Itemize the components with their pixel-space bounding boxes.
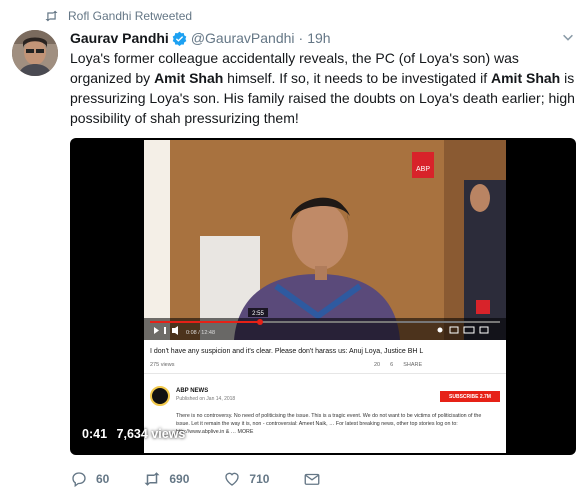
youtube-description: There is no controversy. No need of poli… bbox=[176, 413, 482, 435]
retweet-context: Rofl Gandhi Retweeted bbox=[44, 8, 192, 24]
tweet-timestamp[interactable]: 19h bbox=[307, 30, 330, 46]
video-view-count: 7,634 views bbox=[116, 427, 186, 441]
retweet-icon bbox=[144, 472, 160, 486]
avatar[interactable] bbox=[12, 30, 58, 76]
svg-text:ABP: ABP bbox=[416, 166, 430, 173]
seek-preview-time: 2:55 bbox=[252, 311, 264, 317]
retweet-label[interactable]: Rofl Gandhi Retweeted bbox=[68, 9, 192, 23]
like-count: 710 bbox=[249, 472, 270, 486]
embedded-youtube-screen: ABP 2:55 0:08 / 12:48 I don't have any s… bbox=[144, 140, 506, 453]
separator-dot: · bbox=[298, 30, 304, 46]
youtube-like-count: 20 bbox=[374, 362, 381, 368]
heart-icon bbox=[225, 472, 240, 486]
direct-message-button[interactable] bbox=[303, 470, 329, 488]
tweet-text-part: himself. If so, it needs to be investiga… bbox=[223, 70, 491, 86]
youtube-view-count: 275 views bbox=[150, 362, 175, 368]
reply-button[interactable]: 60 bbox=[70, 470, 109, 488]
video-elapsed: 0:41 bbox=[82, 427, 108, 441]
video-duration: 0:08 / 12:48 bbox=[186, 330, 215, 336]
video-player[interactable]: ABP 2:55 0:08 / 12:48 I don't have any s… bbox=[70, 138, 576, 455]
verified-badge-icon bbox=[172, 31, 187, 46]
envelope-icon bbox=[304, 473, 320, 485]
channel-logo bbox=[150, 386, 170, 406]
video-timecode: 0:41 7,634 views bbox=[82, 427, 185, 441]
youtube-share-label: SHARE bbox=[403, 362, 423, 368]
youtube-action-row: 20 6 SHARE bbox=[374, 362, 422, 368]
youtube-video-title: I don't have any suspicion and it's clea… bbox=[150, 348, 424, 355]
reply-count: 60 bbox=[96, 472, 110, 486]
timecode-separator bbox=[110, 427, 113, 441]
youtube-divider bbox=[144, 373, 506, 374]
retweet-icon bbox=[45, 10, 58, 22]
channel-publish-date: Published on Jan 14, 2018 bbox=[176, 396, 236, 402]
youtube-video-frame: ABP 2:55 0:08 / 12:48 bbox=[144, 140, 506, 340]
tweet-header: Gaurav Pandhi @GauravPandhi · 19h bbox=[70, 28, 331, 48]
youtube-dislike-count: 6 bbox=[390, 362, 394, 368]
retweet-button[interactable]: 690 bbox=[143, 470, 189, 488]
retweet-count: 690 bbox=[169, 472, 190, 486]
youtube-subscribe-button: SUBSCRIBE 2.7M bbox=[440, 391, 500, 402]
like-button[interactable]: 710 bbox=[223, 470, 269, 488]
channel-name: ABP NEWS bbox=[176, 388, 209, 394]
reply-icon bbox=[72, 472, 86, 488]
author-handle[interactable]: @GauravPandhi bbox=[191, 30, 295, 46]
chevron-down-icon[interactable] bbox=[561, 30, 575, 44]
tweet-text: Loya's former colleague accidentally rev… bbox=[70, 48, 578, 128]
tweet-actions: 60 690 710 bbox=[70, 466, 363, 492]
video-scene: ABP 2:55 0:08 / 12:48 bbox=[144, 140, 506, 340]
tweet-text-bold: Amit Shah bbox=[491, 70, 561, 86]
author-name[interactable]: Gaurav Pandhi bbox=[70, 30, 169, 46]
avatar-image bbox=[12, 30, 58, 76]
tweet-text-bold: Amit Shah bbox=[154, 70, 224, 86]
